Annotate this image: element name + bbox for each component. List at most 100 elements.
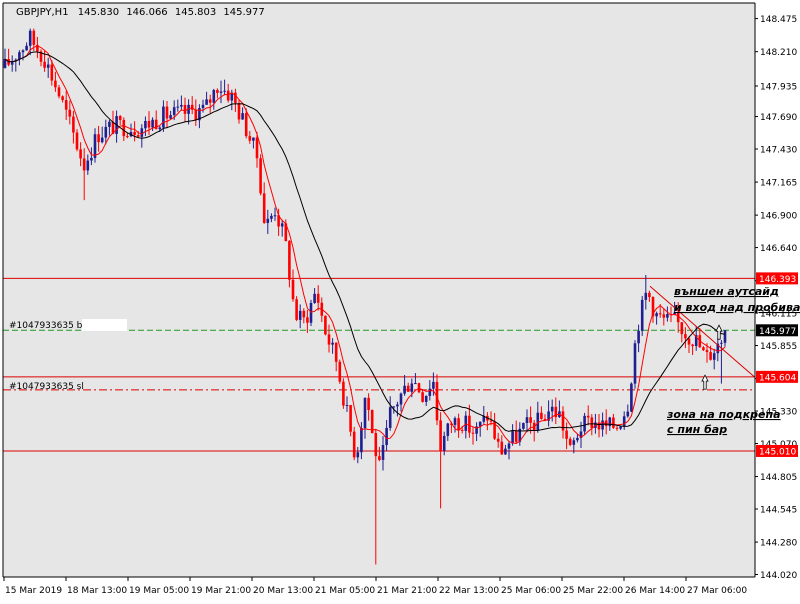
candle-body bbox=[252, 137, 255, 141]
candle-body bbox=[630, 383, 633, 412]
candle-body bbox=[288, 241, 291, 280]
candle-body bbox=[511, 430, 514, 444]
candle-body bbox=[25, 45, 28, 51]
time-tick-label: 21 Mar 21:00 bbox=[377, 586, 437, 596]
price-tick-label: 145.855 bbox=[760, 342, 797, 352]
candle-body bbox=[248, 136, 252, 141]
chart-header: GBPJPY,H1 145.830 146.066 145.803 145.97… bbox=[16, 7, 265, 18]
candle-body bbox=[439, 420, 442, 451]
candle-body bbox=[702, 347, 705, 351]
candle-body bbox=[349, 405, 352, 432]
candle-body bbox=[424, 395, 428, 402]
candle-body bbox=[72, 116, 75, 133]
candle-body bbox=[723, 330, 727, 343]
candle-body bbox=[471, 432, 475, 434]
time-tick-label: 19 Mar 21:00 bbox=[191, 586, 251, 596]
candle-body bbox=[655, 313, 658, 317]
candle-body bbox=[626, 411, 630, 417]
candle-body bbox=[428, 388, 432, 396]
candle-body bbox=[32, 30, 36, 45]
candle-body bbox=[21, 50, 25, 53]
candle-body bbox=[586, 415, 590, 418]
candle-body bbox=[216, 89, 219, 93]
candle-body bbox=[496, 438, 500, 442]
candle-body bbox=[190, 104, 194, 110]
candle-body bbox=[421, 392, 424, 402]
time-tick-label: 19 Mar 05:00 bbox=[129, 586, 189, 596]
candle-body bbox=[104, 126, 108, 138]
candle-body bbox=[622, 416, 626, 427]
candle-body bbox=[615, 427, 619, 429]
candle-body bbox=[378, 456, 381, 460]
candle-body bbox=[637, 330, 640, 344]
candle-body bbox=[64, 100, 68, 110]
candle-body bbox=[403, 385, 406, 394]
candle-body bbox=[720, 342, 723, 344]
candle-body bbox=[273, 215, 277, 217]
candle-body bbox=[262, 193, 266, 223]
stop-loss-label: #1047933635 sl bbox=[9, 382, 84, 392]
buy-order-label: #1047933635 buy bbox=[9, 321, 94, 331]
candle-body bbox=[576, 437, 579, 441]
candle-body bbox=[460, 429, 464, 431]
candle-body bbox=[169, 115, 172, 119]
candle-body bbox=[399, 393, 403, 405]
candle-body bbox=[50, 64, 54, 81]
candle-body bbox=[75, 132, 79, 150]
candle-body bbox=[360, 428, 363, 453]
candle-body bbox=[396, 404, 399, 407]
candle-body bbox=[406, 385, 410, 392]
annotation-support-zone-line2: с пин бар bbox=[667, 423, 727, 436]
candle-body bbox=[367, 397, 370, 411]
candle-body bbox=[432, 381, 435, 389]
time-tick-label: 22 Mar 13:00 bbox=[439, 586, 499, 596]
candle-body bbox=[223, 90, 226, 92]
time-tick-label: 27 Mar 06:00 bbox=[687, 586, 747, 596]
candle-body bbox=[136, 134, 140, 137]
price-tick-label: 144.805 bbox=[760, 473, 797, 483]
candle-body bbox=[172, 107, 176, 116]
price-tick-label: 147.165 bbox=[760, 179, 797, 189]
annotation-support-zone-line1: зона на подкрепа bbox=[666, 408, 781, 421]
candle-body bbox=[709, 352, 712, 360]
annotation-outside-bar-line1: външен аутсайд bbox=[674, 285, 779, 298]
candle-body bbox=[334, 342, 338, 362]
candle-body bbox=[529, 417, 532, 423]
candle-body bbox=[680, 322, 684, 335]
candle-body bbox=[504, 448, 507, 455]
candle-body bbox=[237, 103, 241, 120]
plot-area bbox=[3, 3, 755, 577]
candle-body bbox=[226, 90, 230, 101]
candle-body bbox=[313, 293, 316, 303]
candle-body bbox=[244, 113, 248, 137]
candle-body bbox=[565, 430, 568, 439]
candle-body bbox=[126, 136, 129, 138]
candle-body bbox=[666, 314, 669, 318]
candle-body bbox=[183, 104, 187, 114]
candle-body bbox=[324, 315, 327, 335]
time-tick-label: 15 Mar 2019 bbox=[5, 586, 62, 596]
candle-body bbox=[705, 350, 709, 353]
candle-body bbox=[118, 116, 122, 120]
candle-body bbox=[86, 160, 90, 171]
candle-body bbox=[133, 131, 136, 135]
candle-body bbox=[97, 134, 100, 143]
candle-body bbox=[68, 109, 72, 117]
price-tick-label: 147.690 bbox=[760, 113, 797, 123]
candle-body bbox=[648, 292, 651, 298]
candle-body bbox=[417, 383, 421, 393]
candle-body bbox=[151, 119, 154, 128]
price-tick-label: 148.210 bbox=[760, 48, 797, 58]
candle-body bbox=[525, 417, 529, 423]
candle-body bbox=[194, 109, 198, 121]
candle-body bbox=[590, 417, 594, 428]
annotation-outside-bar-line2: и вход над пробива bbox=[674, 301, 800, 314]
candle-body bbox=[82, 158, 86, 171]
candle-body bbox=[442, 435, 446, 451]
candle-body bbox=[54, 80, 57, 88]
candle-body bbox=[540, 412, 543, 419]
chart-canvas: 148.475 148.210 147.935 147.690 147.430 147.1… bbox=[0, 0, 800, 600]
price-chart[interactable]: 148.475 148.210 147.935 147.690 147.430 147.1… bbox=[0, 0, 800, 600]
candle-body bbox=[712, 353, 716, 360]
candle-body bbox=[414, 383, 417, 385]
